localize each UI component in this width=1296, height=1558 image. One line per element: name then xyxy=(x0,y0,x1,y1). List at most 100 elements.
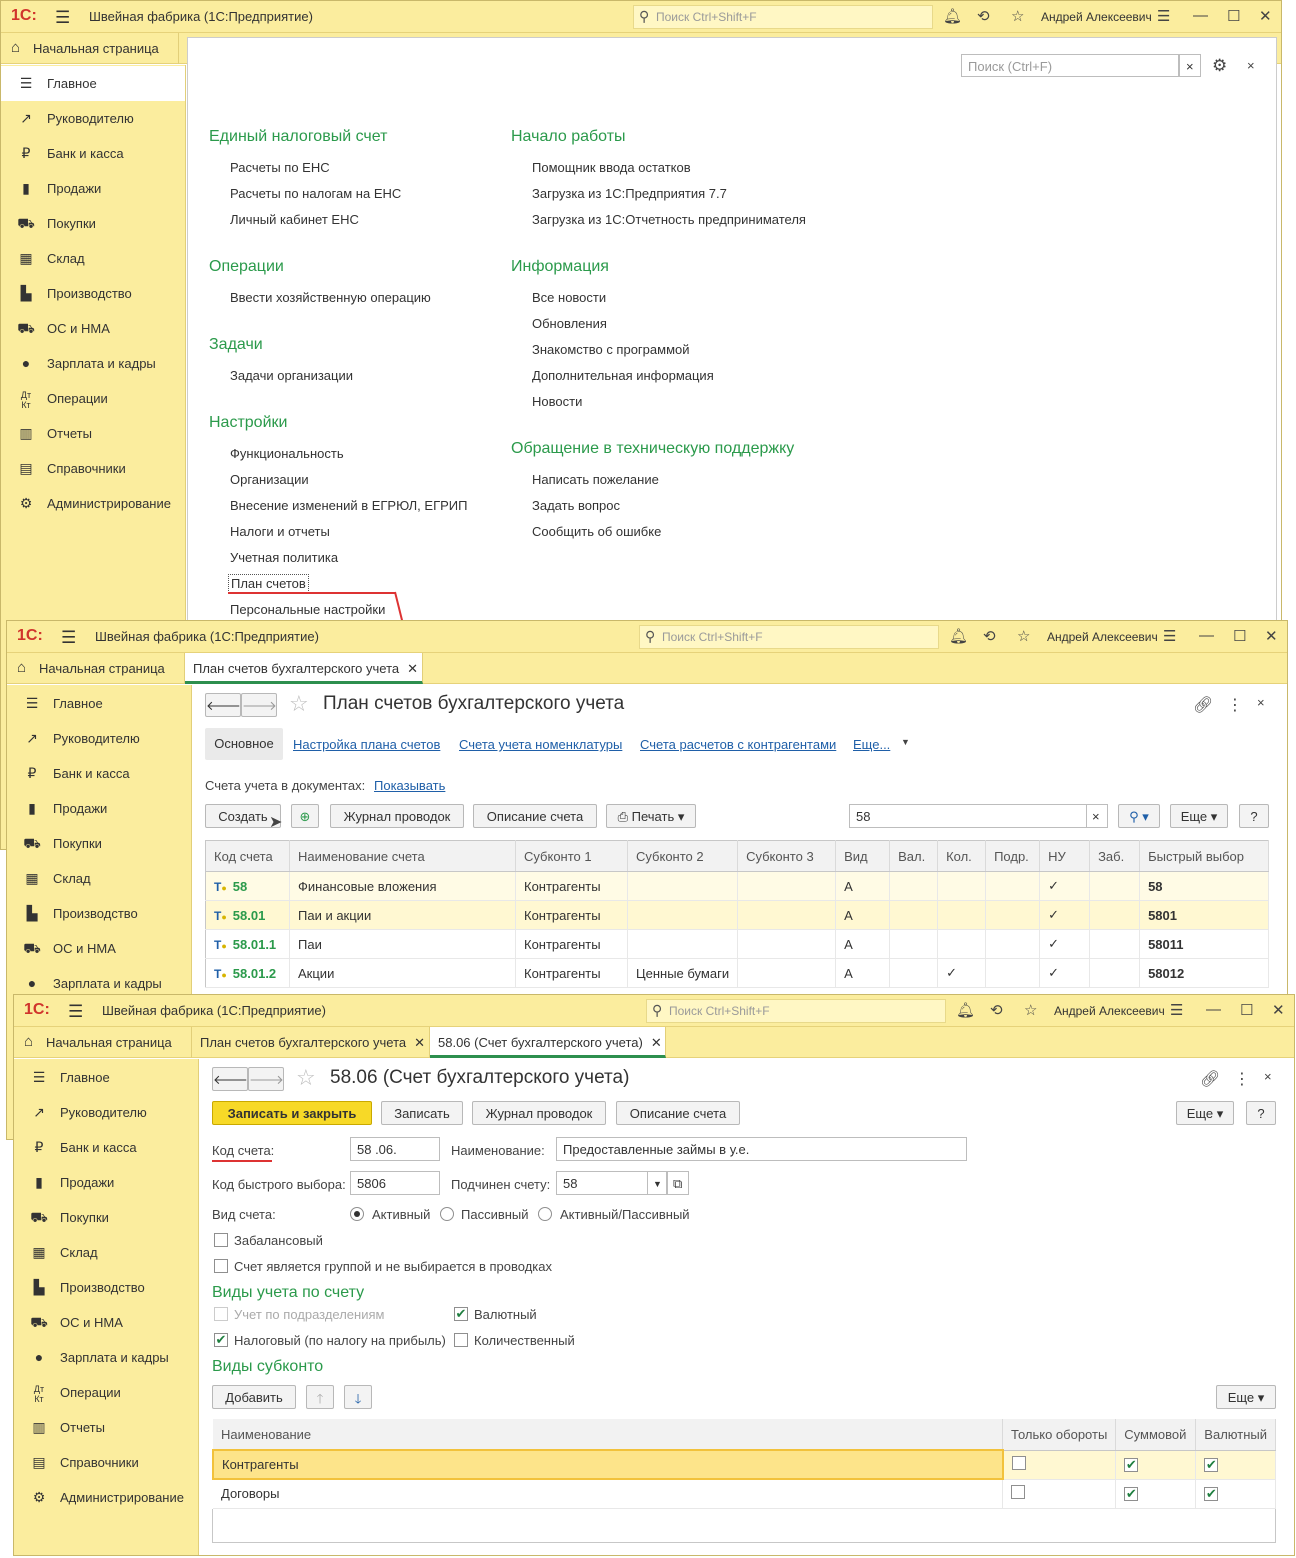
subnav-main[interactable]: Основное xyxy=(205,728,283,760)
turnover-checkbox[interactable] xyxy=(1011,1456,1026,1470)
sidebar-item-main[interactable]: ☰ Главное xyxy=(1,66,185,101)
sidebar-item-catalogs[interactable]: ▤ Справочники xyxy=(14,1445,198,1480)
sidebar-item-salary[interactable]: ● Зарплата и кадры xyxy=(14,1340,198,1375)
col-sum[interactable]: Суммовой xyxy=(1115,1419,1197,1451)
sidebar-item-sales[interactable]: ▮ Продажи xyxy=(14,1165,198,1200)
sidebar-item-main[interactable]: ☰ Главное xyxy=(14,1060,198,1095)
back-button[interactable]: 🡐 xyxy=(205,693,241,717)
link-balance-wizard[interactable]: Помощник ввода остатков xyxy=(532,160,691,175)
favorite-star-icon[interactable]: ☆ xyxy=(289,691,309,717)
user-name[interactable]: Андрей Алексеевич xyxy=(1047,630,1158,644)
code-field[interactable]: 58 .06. xyxy=(350,1137,440,1161)
sidebar-item-purchases[interactable]: ⛟ Покупки xyxy=(7,826,191,861)
cur-checkbox[interactable]: ✔ xyxy=(1204,1487,1219,1501)
link-load-77[interactable]: Загрузка из 1С:Предприятия 7.7 xyxy=(532,186,727,201)
turnover-checkbox[interactable] xyxy=(1011,1485,1026,1499)
sidebar-item-sales[interactable]: ▮ Продажи xyxy=(7,791,191,826)
settings-menu-icon[interactable]: ☰ xyxy=(1163,627,1176,645)
sidebar-item-warehouse[interactable]: ▦ Склад xyxy=(7,861,191,896)
sidebar-item-reports[interactable]: ▥ Отчеты xyxy=(14,1410,198,1445)
radio-active-label[interactable]: Активный xyxy=(372,1207,430,1222)
link-functionality[interactable]: Функциональность xyxy=(230,446,344,461)
link-news[interactable]: Новости xyxy=(532,394,582,409)
sidebar-item-bank[interactable]: ₽ Банк и касса xyxy=(7,756,191,791)
star-icon[interactable]: ☆ xyxy=(1011,7,1024,25)
clear-search-button[interactable]: × xyxy=(1179,54,1201,77)
currency-label[interactable]: Валютный xyxy=(474,1307,537,1322)
table-row[interactable]: T● 58 Финансовые вложения Контрагенты А ✓ 5… xyxy=(205,871,1269,901)
link-chart-of-accounts[interactable]: План счетов xyxy=(228,574,309,593)
sum-checkbox[interactable]: ✔ xyxy=(1124,1487,1139,1501)
sidebar-item-bank[interactable]: ₽ Банк и касса xyxy=(1,136,185,171)
link-intro[interactable]: Знакомство с программой xyxy=(532,342,690,357)
journal-button[interactable]: Журнал проводок xyxy=(330,804,464,828)
sidebar-item-purchases[interactable]: ⛟ Покупки xyxy=(14,1200,198,1235)
history-icon[interactable]: ⟲ xyxy=(983,627,996,645)
radio-active-passive[interactable] xyxy=(538,1207,552,1221)
sidebar-item-warehouse[interactable]: ▦ Склад xyxy=(14,1235,198,1270)
history-icon[interactable]: ⟲ xyxy=(990,1001,1003,1019)
sidebar-item-manager[interactable]: ↗ Руководителю xyxy=(7,721,191,756)
star-icon[interactable]: ☆ xyxy=(1017,627,1030,645)
link-ask-question[interactable]: Задать вопрос xyxy=(532,498,620,513)
offbalance-label[interactable]: Забалансовый xyxy=(234,1233,323,1248)
currency-checkbox[interactable]: ✔ xyxy=(454,1307,468,1321)
quantity-checkbox[interactable] xyxy=(454,1333,468,1347)
search-button[interactable]: ⚲ ▾ xyxy=(1118,804,1160,828)
docs-show-link[interactable]: Показывать xyxy=(374,778,445,793)
more-button[interactable]: Еще ▾ xyxy=(1176,1101,1234,1125)
close-icon[interactable]: × xyxy=(1257,695,1265,710)
sidebar-item-salary[interactable]: ● Зарплата и кадры xyxy=(1,346,185,381)
sidebar-item-assets[interactable]: ⛟ ОС и НМА xyxy=(14,1305,198,1340)
quick-code-field[interactable]: 5806 xyxy=(350,1171,440,1195)
col-cur[interactable]: Валютный xyxy=(1195,1419,1276,1451)
main-menu-icon[interactable]: ☰ xyxy=(61,628,76,648)
close-icon[interactable]: ✕ xyxy=(1265,627,1278,645)
sidebar-item-production[interactable]: ▙ Производство xyxy=(7,896,191,931)
sum-checkbox[interactable]: ✔ xyxy=(1124,1458,1139,1472)
minimize-icon[interactable]: — xyxy=(1193,7,1208,24)
col-zab[interactable]: Заб. xyxy=(1089,840,1141,872)
col-name[interactable]: Наименование xyxy=(213,1419,1004,1451)
radio-passive-label[interactable]: Пассивный xyxy=(461,1207,529,1222)
more-button-subconto[interactable]: Еще ▾ xyxy=(1216,1385,1276,1409)
link-report-bug[interactable]: Сообщить об ошибке xyxy=(532,524,661,539)
table-row[interactable]: T● 58.01 Паи и акции Контрагенты А ✓ 5801 xyxy=(205,900,1269,930)
sidebar-item-sales[interactable]: ▮ Продажи xyxy=(1,171,185,206)
more-vertical-icon[interactable]: ⋮ xyxy=(1227,695,1243,715)
link-personal-settings[interactable]: Персональные настройки xyxy=(230,602,385,617)
link-ens-cabinet[interactable]: Личный кабинет ЕНС xyxy=(230,212,359,227)
sidebar-item-assets[interactable]: ⛟ ОС и НМА xyxy=(1,311,185,346)
sidebar-item-admin[interactable]: ⚙ Администрирование xyxy=(14,1480,198,1515)
sidebar-item-production[interactable]: ▙ Производство xyxy=(14,1270,198,1305)
save-and-close-button[interactable]: Записать и закрыть xyxy=(212,1101,372,1125)
bell-icon[interactable]: 🔔︎ xyxy=(943,7,962,25)
user-name[interactable]: Андрей Алексеевич xyxy=(1054,1004,1165,1018)
sidebar-item-production[interactable]: ▙ Производство xyxy=(1,276,185,311)
list-search-input[interactable]: 58 xyxy=(849,804,1089,828)
sidebar-item-reports[interactable]: ▥ Отчеты xyxy=(1,416,185,451)
tax-label[interactable]: Налоговый (по налогу на прибыль) xyxy=(234,1333,446,1348)
col-val[interactable]: Вал. xyxy=(889,840,939,872)
parent-field[interactable]: 58 xyxy=(556,1171,648,1195)
close-icon[interactable]: × xyxy=(1247,58,1255,73)
maximize-icon[interactable]: ☐ xyxy=(1227,7,1240,25)
maximize-icon[interactable]: ☐ xyxy=(1240,1001,1253,1019)
subnav-setup[interactable]: Настройка плана счетов xyxy=(293,737,440,752)
parent-dropdown-button[interactable]: ▼ xyxy=(647,1171,667,1195)
tax-checkbox[interactable]: ✔ xyxy=(214,1333,228,1347)
link-organizations[interactable]: Организации xyxy=(230,472,309,487)
sidebar-item-assets[interactable]: ⛟ ОС и НМА xyxy=(7,931,191,966)
minimize-icon[interactable]: — xyxy=(1199,627,1214,644)
col-turnover[interactable]: Только обороты xyxy=(1002,1419,1117,1451)
help-button[interactable]: ? xyxy=(1239,804,1269,828)
close-tab-icon[interactable]: ✕ xyxy=(651,1035,662,1050)
link-ens-settlements[interactable]: Расчеты по ЕНС xyxy=(230,160,330,175)
link-updates[interactable]: Обновления xyxy=(532,316,607,331)
subnav-more[interactable]: Еще... xyxy=(853,737,890,752)
link-egrul[interactable]: Внесение изменений в ЕГРЮЛ, ЕГРИП xyxy=(230,498,467,513)
col-code[interactable]: Код счета xyxy=(205,840,290,872)
link-load-entrepreneur[interactable]: Загрузка из 1С:Отчетность предпринимател… xyxy=(532,212,806,227)
global-search-input[interactable]: ⚲ Поиск Ctrl+Shift+F xyxy=(639,625,939,649)
forward-button[interactable]: 🡒 xyxy=(248,1067,284,1091)
